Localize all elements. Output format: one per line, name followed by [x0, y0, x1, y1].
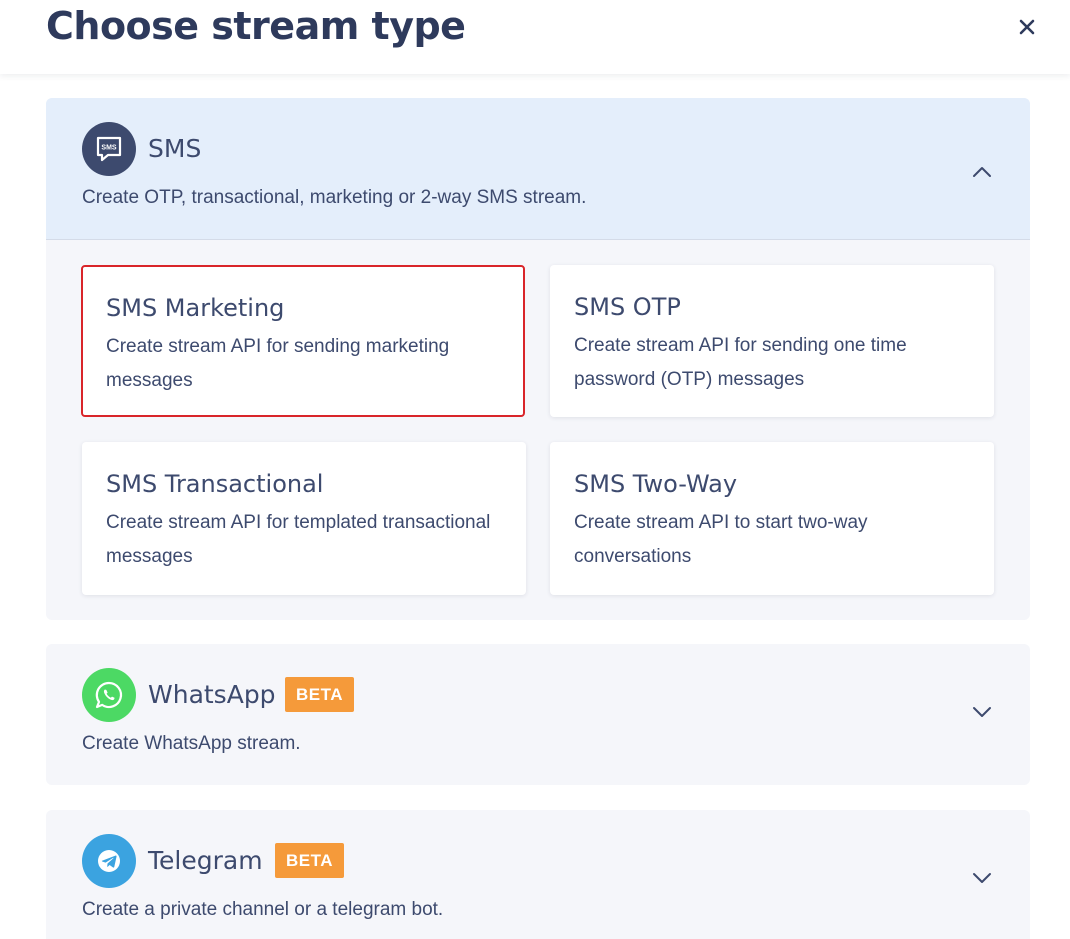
- chevron-down-icon[interactable]: [968, 698, 996, 726]
- chevron-down-icon[interactable]: [968, 864, 996, 892]
- telegram-section[interactable]: Telegram BETA Create a private channel o…: [46, 810, 1030, 939]
- option-sms-otp[interactable]: SMS OTP Create stream API for sending on…: [550, 265, 994, 417]
- option-description: Create stream API to start two-way conve…: [574, 512, 868, 567]
- option-description: Create stream API for sending marketing …: [106, 336, 450, 391]
- option-sms-marketing[interactable]: SMS Marketing Create stream API for send…: [81, 265, 525, 417]
- stream-type-list: SMS SMS Create OTP, transactional, marke…: [0, 74, 1070, 939]
- telegram-icon: [82, 834, 136, 888]
- option-title: SMS OTP: [574, 293, 681, 321]
- option-title: SMS Two-Way: [574, 470, 738, 498]
- option-title: SMS Transactional: [106, 470, 324, 498]
- beta-badge: BETA: [285, 677, 355, 712]
- beta-badge: BETA: [275, 843, 345, 878]
- telegram-description: Create a private channel or a telegram b…: [82, 899, 444, 920]
- whatsapp-icon: [82, 668, 136, 722]
- option-title: SMS Marketing: [106, 294, 285, 322]
- svg-text:SMS: SMS: [101, 145, 117, 152]
- whatsapp-section[interactable]: WhatsApp BETA Create WhatsApp stream.: [46, 644, 1030, 785]
- close-button[interactable]: [1010, 10, 1044, 44]
- option-description: Create stream API for sending one time p…: [574, 335, 907, 390]
- sms-chat-icon: SMS: [82, 122, 136, 176]
- sms-description: Create OTP, transactional, marketing or …: [82, 187, 587, 208]
- sms-section: SMS SMS Create OTP, transactional, marke…: [46, 98, 1030, 620]
- telegram-section-header[interactable]: Telegram BETA Create a private channel o…: [46, 810, 1030, 939]
- whatsapp-title: WhatsApp: [148, 680, 276, 709]
- sms-section-header[interactable]: SMS SMS Create OTP, transactional, marke…: [46, 98, 1030, 240]
- sms-title: SMS: [148, 134, 202, 163]
- option-sms-transactional[interactable]: SMS Transactional Create stream API for …: [82, 442, 526, 595]
- page-title: Choose stream type: [46, 4, 466, 48]
- option-description: Create stream API for templated transact…: [106, 512, 491, 567]
- telegram-title: Telegram: [148, 846, 263, 875]
- whatsapp-description: Create WhatsApp stream.: [82, 733, 301, 754]
- modal-header: Choose stream type: [0, 0, 1070, 74]
- option-sms-two-way[interactable]: SMS Two-Way Create stream API to start t…: [550, 442, 994, 595]
- whatsapp-section-header[interactable]: WhatsApp BETA Create WhatsApp stream.: [46, 644, 1030, 786]
- close-icon: [1019, 19, 1035, 35]
- chevron-up-icon[interactable]: [968, 158, 996, 186]
